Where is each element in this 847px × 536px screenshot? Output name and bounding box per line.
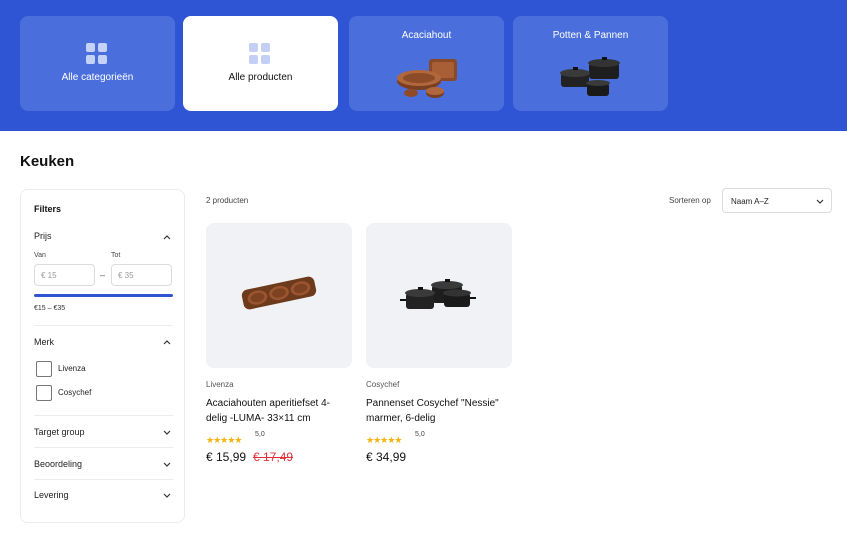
- rating-value: 5,0: [415, 431, 425, 438]
- cookware-set-image: [560, 57, 620, 96]
- category-tile-acaciahout[interactable]: Acaciahout: [349, 16, 504, 111]
- brand-section-title[interactable]: Merk: [34, 337, 54, 347]
- black-pan-set-image: [400, 279, 476, 309]
- price-to-label: Tot: [111, 252, 121, 259]
- price-section-title[interactable]: Prijs: [34, 231, 52, 241]
- divider: [34, 325, 173, 326]
- star-icon: ★: [234, 435, 243, 445]
- divider: [34, 415, 173, 416]
- wooden-bowls-image: [397, 59, 457, 98]
- price-separator: –: [100, 270, 106, 280]
- star-rating: ★★★★★: [206, 430, 242, 445]
- price-from-input[interactable]: € 15: [34, 264, 95, 286]
- product-image[interactable]: [366, 223, 512, 368]
- star-icon: ★: [394, 435, 403, 445]
- page-title: Keuken: [20, 153, 75, 170]
- rating-section-title[interactable]: Beoordeling: [34, 459, 82, 469]
- wooden-serving-tray-image: [241, 276, 317, 310]
- product-old-price: € 17,49: [253, 450, 294, 464]
- filters-sidebar: Filters Prijs Van Tot € 15 – € 35 €15 – …: [20, 189, 185, 523]
- star-rating: ★★★★★: [366, 430, 402, 445]
- checkbox-label: Livenza: [58, 364, 86, 373]
- product-brand: Livenza: [206, 380, 234, 389]
- target-group-section-title[interactable]: Target group: [34, 427, 85, 437]
- chevron-up-icon[interactable]: [162, 232, 172, 242]
- divider: [34, 447, 173, 448]
- price-to-input[interactable]: € 35: [111, 264, 172, 286]
- delivery-section-title[interactable]: Levering: [34, 490, 69, 500]
- product-price: € 15,99: [206, 450, 247, 464]
- grid-icon: [86, 43, 108, 65]
- sort-select[interactable]: Naam A–Z: [722, 188, 832, 213]
- chevron-down-icon[interactable]: [162, 428, 172, 438]
- grid-icon: [249, 43, 271, 65]
- category-label: Potten & Pannen: [552, 30, 629, 41]
- price-range-slider[interactable]: [34, 294, 173, 297]
- checkbox[interactable]: [36, 385, 52, 401]
- checkbox-label: Cosychef: [58, 388, 92, 397]
- product-price: € 34,99: [366, 450, 407, 464]
- sort-label: Sorteren op: [669, 196, 711, 205]
- category-tile-potten-pannen[interactable]: Potten & Pannen: [513, 16, 668, 111]
- product-count: 2 producten: [206, 196, 249, 205]
- category-tile-all-products[interactable]: Alle producten: [183, 16, 338, 111]
- chevron-up-icon[interactable]: [162, 337, 172, 347]
- divider: [34, 479, 173, 480]
- rating-value: 5,0: [255, 431, 265, 438]
- filters-heading: Filters: [34, 204, 62, 214]
- product-image[interactable]: [206, 223, 352, 368]
- chevron-down-icon[interactable]: [162, 460, 172, 470]
- category-label: Alle categorieën: [61, 72, 134, 83]
- product-name[interactable]: Acaciahouten aperitiefset 4-delig -LUMA-…: [206, 396, 346, 426]
- chevron-down-icon[interactable]: [162, 491, 172, 501]
- product-name[interactable]: Pannenset Cosychef "Nessie" marmer, 6-de…: [366, 396, 506, 426]
- category-header: Alle categorieën Alle producten Acaciaho…: [0, 0, 847, 131]
- category-tile-all-categories[interactable]: Alle categorieën: [20, 16, 175, 111]
- checkbox[interactable]: [36, 361, 52, 377]
- product-brand: Cosychef: [366, 380, 400, 389]
- category-label: Alle producten: [228, 72, 293, 83]
- price-range-text: €15 – €35: [34, 305, 66, 312]
- category-label: Acaciahout: [401, 30, 452, 41]
- sort-select-value: Naam A–Z: [731, 197, 769, 206]
- price-from-label: Van: [34, 252, 46, 259]
- chevron-down-icon: [816, 199, 824, 204]
